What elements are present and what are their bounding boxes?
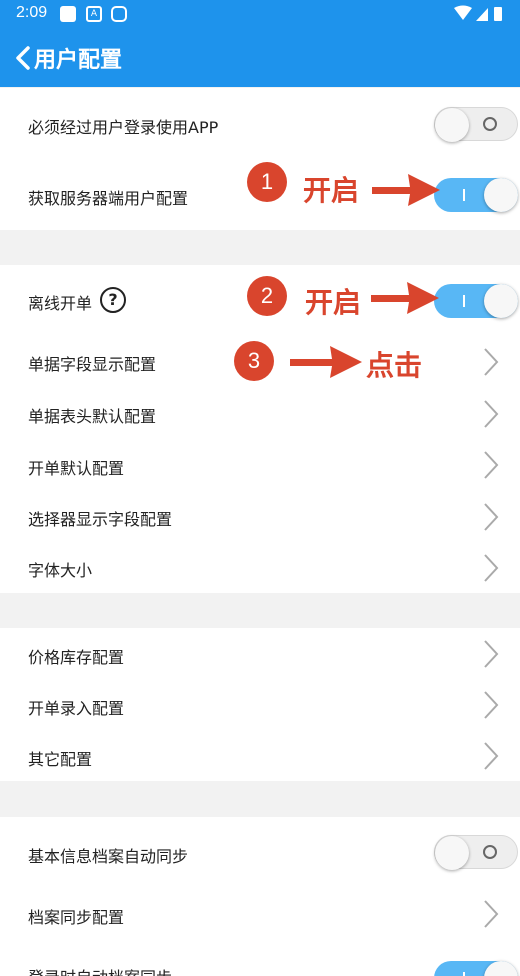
- list-item-label: 开单默认配置: [28, 459, 125, 478]
- app-bar: 用户配置: [0, 28, 520, 87]
- chevron-right-icon: [484, 554, 499, 582]
- must-login-row: 必须经过用户登录使用APP: [0, 88, 520, 159]
- basic-sync-row: 基本信息档案自动同步: [0, 817, 520, 887]
- list-item-label: 单据表头默认配置: [28, 407, 157, 426]
- toggle-knob: [484, 961, 518, 976]
- toggle-on-mark: [463, 189, 465, 201]
- list-item-header-default[interactable]: 单据表头默认配置: [0, 387, 520, 439]
- section-sync: 基本信息档案自动同步 档案同步配置 登录时自动档案同步: [0, 817, 520, 976]
- chevron-right-icon: [484, 451, 499, 479]
- chevron-right-icon: [484, 900, 499, 928]
- annotation-arrow-2: [371, 282, 439, 314]
- annotation-badge-2: 2: [247, 276, 287, 316]
- list-item-price-stock[interactable]: 价格库存配置: [0, 628, 520, 679]
- section-login: 必须经过用户登录使用APP 获取服务器端用户配置: [0, 88, 520, 230]
- fetch-server-config-toggle[interactable]: [434, 178, 518, 212]
- chevron-right-icon: [484, 400, 499, 428]
- list-item-label: 价格库存配置: [28, 648, 125, 667]
- list-item-label: 其它配置: [28, 750, 93, 769]
- basic-sync-label: 基本信息档案自动同步: [28, 847, 189, 866]
- offline-order-label: 离线开单: [28, 294, 93, 313]
- chevron-right-icon: [484, 742, 499, 770]
- login-sync-label: 登录时自动档案同步: [28, 964, 172, 976]
- login-sync-row: 登录时自动档案同步: [0, 941, 520, 976]
- list-item-label: 开单录入配置: [28, 699, 125, 718]
- annotation-text-3: 点击: [366, 349, 423, 382]
- system-status-icons: [454, 5, 502, 21]
- toggle-off-mark: [483, 117, 497, 131]
- list-item-label: 选择器显示字段配置: [28, 510, 173, 529]
- toggle-knob: [484, 284, 518, 318]
- annotation-text-1: 开启: [303, 174, 360, 207]
- annotation-text-2: 开启: [305, 286, 362, 319]
- list-item-label: 单据字段显示配置: [28, 355, 157, 374]
- list-item-order-default[interactable]: 开单默认配置: [0, 439, 520, 490]
- toggle-knob: [435, 836, 469, 870]
- must-login-label: 必须经过用户登录使用APP: [28, 118, 219, 137]
- list-item-other-config[interactable]: 其它配置: [0, 730, 520, 781]
- page-title: 用户配置: [34, 48, 123, 73]
- section-misc: 价格库存配置 开单录入配置 其它配置: [0, 628, 520, 781]
- chevron-right-icon: [484, 640, 499, 668]
- login-sync-toggle[interactable]: [434, 961, 518, 976]
- signal-icon: [476, 8, 488, 21]
- status-time: 2:09: [16, 4, 48, 21]
- fetch-server-config-label: 获取服务器端用户配置: [28, 189, 189, 208]
- offline-order-toggle[interactable]: [434, 284, 518, 318]
- toggle-knob: [484, 178, 518, 212]
- toggle-off-mark: [483, 845, 497, 859]
- status-bar: 2:09 A: [0, 0, 520, 28]
- toggle-on-mark: [463, 295, 465, 307]
- battery-icon: [494, 7, 502, 21]
- annotation-arrow-1: [372, 174, 440, 206]
- notification-icon: [60, 6, 76, 22]
- list-item-order-entry[interactable]: 开单录入配置: [0, 679, 520, 730]
- must-login-toggle[interactable]: [434, 107, 518, 142]
- chevron-right-icon: [484, 348, 499, 376]
- annotation-badge-1: 1: [247, 162, 287, 202]
- list-item-archive-sync[interactable]: 档案同步配置: [0, 887, 520, 941]
- chevron-right-icon: [484, 691, 499, 719]
- app-notification-icon: [111, 6, 127, 22]
- annotation-arrow-3: [290, 346, 362, 378]
- list-item-label: 档案同步配置: [28, 908, 125, 927]
- wifi-icon: [454, 5, 472, 20]
- list-item-font-size[interactable]: 字体大小: [0, 542, 520, 593]
- list-item-selector-fields[interactable]: 选择器显示字段配置: [0, 490, 520, 542]
- toggle-knob: [435, 108, 469, 142]
- app-a-icon: A: [86, 6, 102, 22]
- annotation-badge-3: 3: [234, 341, 274, 381]
- toggle-on-mark: [463, 972, 465, 976]
- basic-sync-toggle[interactable]: [434, 835, 518, 870]
- list-item-label: 字体大小: [28, 561, 93, 580]
- help-icon[interactable]: ?: [100, 287, 126, 313]
- chevron-right-icon: [484, 503, 499, 531]
